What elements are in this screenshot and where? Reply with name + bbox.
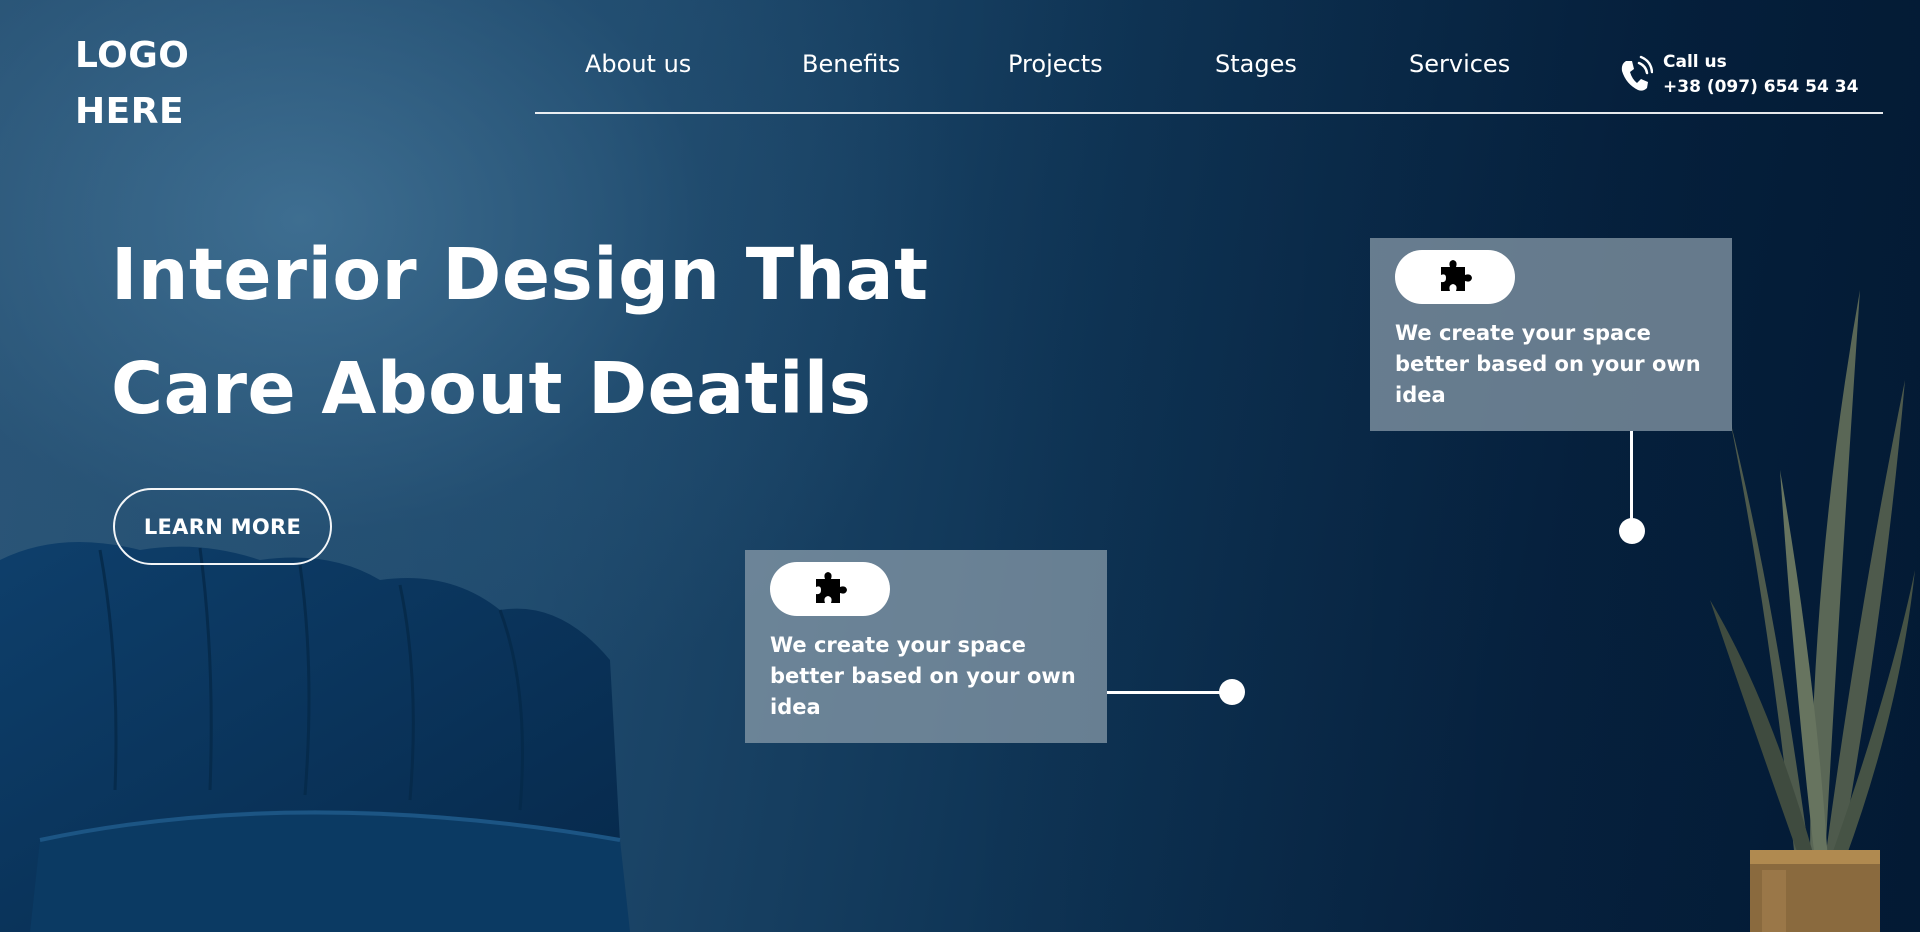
plant-image	[1710, 290, 1915, 932]
puzzle-badge	[1395, 250, 1515, 304]
nav-projects[interactable]: Projects	[1008, 50, 1103, 78]
card-connector	[1107, 691, 1230, 694]
learn-more-button[interactable]: LEARN MORE	[113, 488, 332, 565]
puzzle-icon	[1441, 260, 1472, 291]
hero-title-line-1: Interior Design That	[111, 233, 929, 316]
puzzle-icon	[816, 572, 847, 603]
card-text: We create your space better based on you…	[1395, 321, 1701, 407]
hotspot-dot[interactable]	[1619, 518, 1645, 544]
nav-about-us[interactable]: About us	[585, 50, 691, 78]
phone-icon	[1621, 55, 1653, 91]
puzzle-badge	[770, 562, 890, 616]
card-connector	[1630, 431, 1633, 531]
logo-line-1: LOGO	[75, 35, 190, 76]
armchair-image	[0, 542, 630, 932]
hero-title-line-2: Care About Deatils	[111, 347, 872, 430]
nav-stages[interactable]: Stages	[1215, 50, 1297, 78]
logo[interactable]: LOGO HERE	[75, 28, 189, 140]
card-text: We create your space better based on you…	[770, 633, 1076, 719]
logo-line-2: HERE	[75, 91, 185, 132]
info-card: We create your space better based on you…	[745, 550, 1107, 743]
hero-title: Interior Design That Care About Deatils	[111, 218, 929, 446]
nav-services[interactable]: Services	[1409, 50, 1510, 78]
phone-number[interactable]: +38 (097) 654 54 34	[1663, 75, 1858, 100]
hotspot-dot[interactable]	[1219, 679, 1245, 705]
nav-benefits[interactable]: Benefits	[802, 50, 900, 78]
info-card: We create your space better based on you…	[1370, 238, 1732, 431]
call-title: Call us	[1663, 52, 1727, 72]
call-us[interactable]: Call us +38 (097) 654 54 34	[1617, 50, 1858, 100]
